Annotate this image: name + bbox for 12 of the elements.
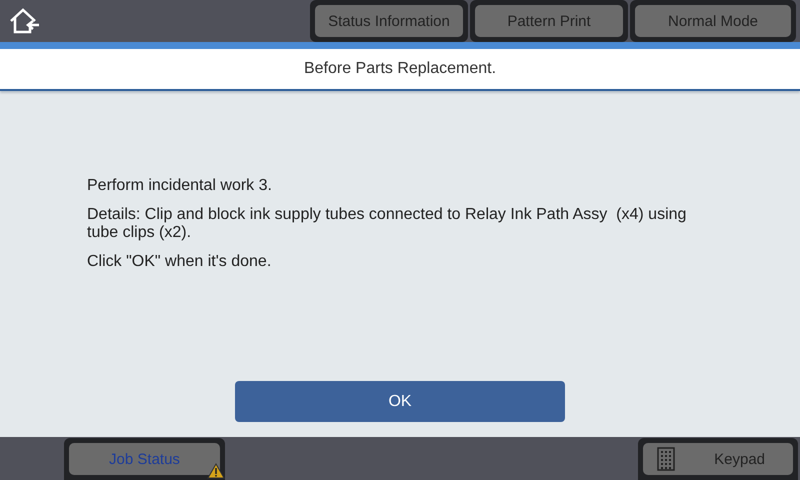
message-text: Perform incidental work 3.: [87, 177, 273, 195]
message-text: Click "OK" when it's done.: [87, 253, 272, 271]
message-text: Details: Clip and block ink supply tubes connected to Relay Ink Path Assy (x4) using tube clips (x2).: [87, 206, 688, 242]
keypad-icon: [657, 447, 675, 471]
job-status-button[interactable]: Job Status: [69, 443, 220, 475]
header-button[interactable]: Pattern Print: [475, 5, 623, 37]
screen-title: Before Parts Replacement.: [304, 60, 496, 78]
header-button[interactable]: Normal Mode: [635, 5, 791, 37]
home-icon: [8, 8, 40, 34]
ok-button[interactable]: OK: [235, 381, 565, 422]
header-button[interactable]: Status Information: [315, 5, 463, 37]
keypad-button[interactable]: Keypad: [643, 443, 793, 475]
